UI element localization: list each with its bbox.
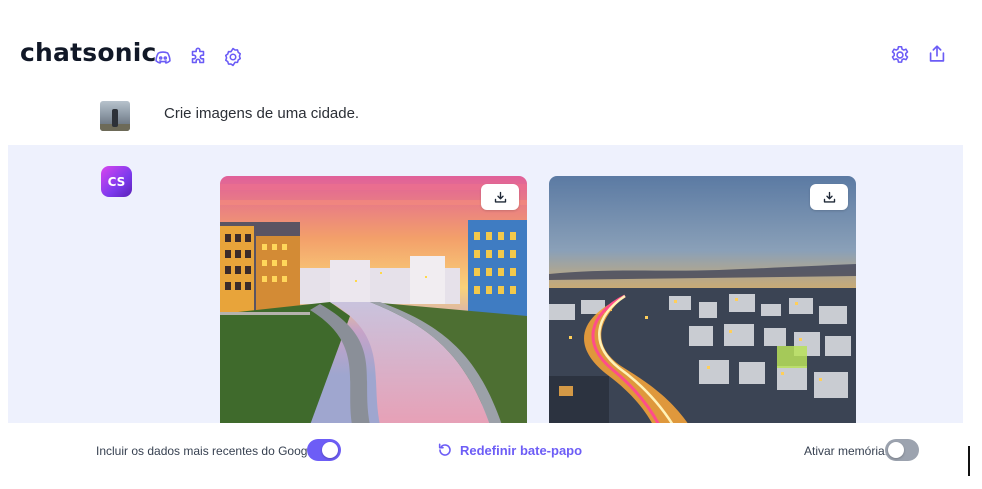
city-light-trails-dusk-image[interactable] <box>549 176 856 425</box>
app-title: chatsonic <box>20 38 157 67</box>
bot-message-row: CS <box>8 145 963 425</box>
download-icon <box>823 191 835 203</box>
chat-header: chatsonic <box>0 0 982 95</box>
reset-icon <box>438 443 451 456</box>
user-message-text: Crie imagens de uma cidade. <box>164 105 360 122</box>
google-data-label: Incluir os dados mais recentes do Google… <box>96 444 321 458</box>
user-avatar <box>100 101 130 131</box>
user-message-row: Crie imagens de uma cidade. <box>0 95 982 145</box>
memory-toggle[interactable] <box>885 439 919 461</box>
settings-icon[interactable] <box>889 44 911 66</box>
toggle-knob <box>322 442 338 458</box>
reset-chat-label: Redefinir bate-papo <box>460 442 583 458</box>
text-cursor <box>968 446 970 476</box>
city-canal-sunset-image[interactable] <box>220 176 527 425</box>
share-icon[interactable] <box>926 43 948 65</box>
chat-footer: Incluir os dados mais recentes do Google… <box>0 423 982 489</box>
google-data-toggle[interactable] <box>307 439 341 461</box>
download-button[interactable] <box>481 184 519 210</box>
puzzle-icon[interactable] <box>187 46 209 68</box>
toggle-knob <box>888 442 904 458</box>
badge-gear-icon[interactable] <box>222 46 244 68</box>
discord-icon[interactable] <box>152 47 174 69</box>
chatsonic-avatar: CS <box>101 166 132 197</box>
download-button[interactable] <box>810 184 848 210</box>
reset-chat-button[interactable]: Redefinir bate-papo <box>437 442 582 458</box>
memory-label: Ativar memória: <box>804 444 889 458</box>
download-icon <box>494 191 506 203</box>
